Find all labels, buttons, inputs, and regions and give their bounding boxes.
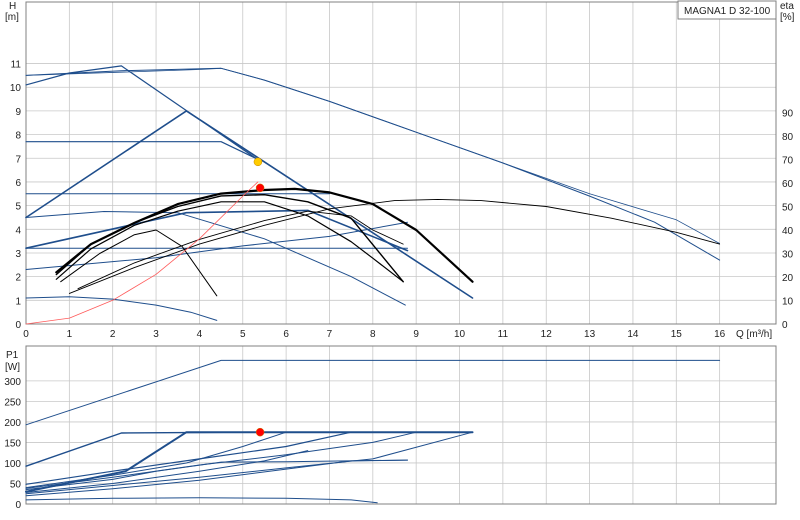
y-tick-label: 5 bbox=[15, 202, 21, 213]
x-tick-label: 0 bbox=[23, 329, 29, 340]
y-axis-unit-h: [m] bbox=[5, 12, 19, 23]
y-tick-label: 0 bbox=[15, 320, 21, 331]
y2-tick-label: 50 bbox=[782, 202, 794, 213]
x-tick-label: 4 bbox=[197, 329, 203, 340]
y-tick-label: 1 bbox=[15, 296, 21, 307]
x-tick-label: 10 bbox=[454, 329, 466, 340]
operating-point bbox=[253, 157, 263, 167]
x-tick-label: 3 bbox=[153, 329, 159, 340]
y2-axis-label-eta: eta bbox=[780, 1, 794, 12]
operating-point bbox=[255, 183, 265, 193]
pump-performance-chart: 0 1 2 3 4 5 6 7 8 9 10 11 12 13 14 15 160123456789101101… bbox=[0, 0, 800, 520]
y-tick-label: 11 bbox=[11, 60, 22, 71]
y-tick-label: 6 bbox=[15, 178, 21, 189]
y-tick-label: 3 bbox=[15, 249, 21, 260]
x-tick-label: 14 bbox=[627, 329, 639, 340]
x-tick-label: 2 bbox=[110, 329, 116, 340]
p1-tick-label: 100 bbox=[4, 459, 21, 470]
y2-tick-label: 80 bbox=[782, 132, 794, 143]
y2-tick-label: 0 bbox=[782, 320, 788, 331]
x-tick-label: 6 bbox=[283, 329, 289, 340]
p1-axis-label: P1 bbox=[6, 350, 19, 361]
chart-title: MAGNA1 D 32-100 bbox=[684, 6, 771, 17]
y2-tick-label: 20 bbox=[782, 273, 794, 284]
y-tick-label: 4 bbox=[15, 225, 21, 236]
y-axis-label-h: H bbox=[9, 1, 16, 12]
x-tick-label: 16 bbox=[714, 329, 726, 340]
x-tick-label: 15 bbox=[671, 329, 683, 340]
y2-tick-label: 90 bbox=[782, 108, 794, 119]
chart-background bbox=[0, 0, 800, 520]
x-tick-label: 5 bbox=[240, 329, 246, 340]
y2-tick-label: 10 bbox=[782, 296, 794, 307]
p1-tick-label: 150 bbox=[4, 438, 21, 449]
x-tick-label: 8 bbox=[370, 329, 376, 340]
x-tick-label: 11 bbox=[498, 329, 509, 340]
y-tick-label: 8 bbox=[15, 131, 21, 142]
y-tick-label: 2 bbox=[15, 273, 21, 284]
x-tick-label: 12 bbox=[541, 329, 553, 340]
y-tick-label: 7 bbox=[15, 154, 21, 165]
y2-tick-label: 40 bbox=[782, 226, 794, 237]
y2-tick-label: 60 bbox=[782, 179, 794, 190]
operating-point bbox=[255, 427, 265, 437]
p1-tick-label: 300 bbox=[4, 377, 21, 388]
y-tick-label: 9 bbox=[15, 107, 21, 118]
p1-tick-label: 250 bbox=[4, 397, 21, 408]
y-tick-label: 10 bbox=[10, 83, 22, 94]
x-tick-label: 9 bbox=[413, 329, 419, 340]
p1-tick-label: 200 bbox=[4, 418, 21, 429]
x-tick-label: 13 bbox=[584, 329, 596, 340]
p1-axis-unit: [W] bbox=[5, 362, 20, 373]
y2-tick-label: 70 bbox=[782, 155, 794, 166]
x-tick-label: 1 bbox=[67, 329, 73, 340]
title-box: MAGNA1 D 32-100 bbox=[677, 0, 777, 20]
y2-tick-label: 30 bbox=[782, 249, 794, 260]
p1-tick-label: 50 bbox=[10, 479, 22, 490]
p1-tick-label: 0 bbox=[15, 500, 21, 511]
y2-axis-unit-eta: [%] bbox=[780, 12, 795, 23]
x-tick-label: 7 bbox=[327, 329, 333, 340]
x-axis-label: Q [m³/h] bbox=[736, 329, 772, 340]
